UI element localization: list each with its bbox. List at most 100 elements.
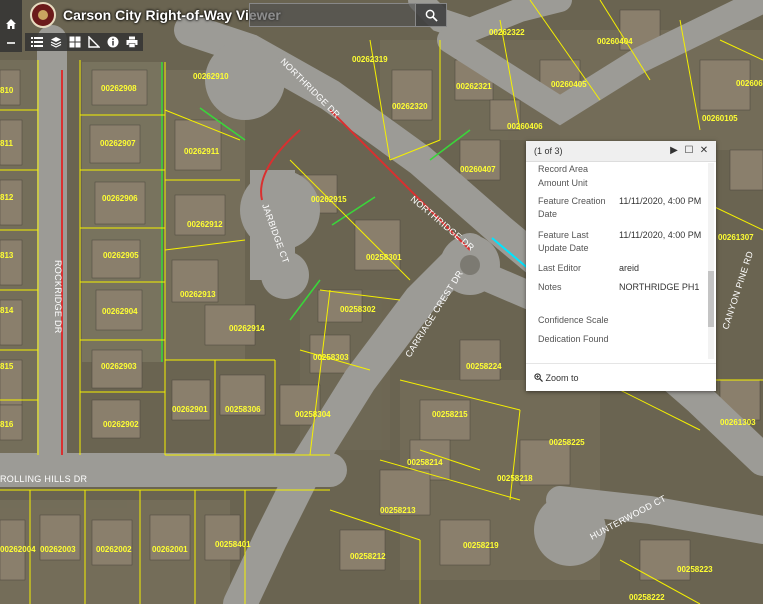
identify-popup: (1 of 3) ▶ ☐ ✕ Record Area Amount Unit F… <box>526 141 716 391</box>
attribute-label: Last Editor <box>538 263 582 273</box>
parcel-label: 00261303 <box>720 418 756 427</box>
parcel-label: 00262321 <box>456 82 492 91</box>
parcel-label: 811 <box>0 139 13 148</box>
home-button[interactable] <box>4 18 18 32</box>
attribute-value: NORTHRIDGE PH1 <box>619 282 700 292</box>
parcel-label: 00262905 <box>103 251 139 260</box>
parcel-label: 00262001 <box>152 545 188 554</box>
parcel-label: 00262003 <box>40 545 76 554</box>
print-icon <box>126 36 137 48</box>
parcel-label: 00260407 <box>460 165 496 174</box>
parcel-label: 00258222 <box>629 593 665 602</box>
legend-button[interactable] <box>28 33 45 51</box>
parcel-label: 00262908 <box>101 84 137 93</box>
parcel-label: 00260404 <box>597 37 633 46</box>
measure-icon <box>87 36 100 48</box>
parcel-label: 00258219 <box>463 541 499 550</box>
parcel-label: 00258303 <box>313 353 349 362</box>
parcel-label: 816 <box>0 420 14 429</box>
parcel-label: 00258223 <box>677 565 713 574</box>
parcel-label: 00262915 <box>311 195 347 204</box>
parcel-label: 00258218 <box>497 474 533 483</box>
parcel-label: 00260406 <box>507 122 543 131</box>
parcel-label: 00262904 <box>102 307 138 316</box>
attribute-label: Confidence Scale <box>538 315 609 325</box>
widget-toolbar <box>25 33 143 51</box>
street-label: ROCKRIDGE DR <box>53 260 63 334</box>
layer-list-button[interactable] <box>47 33 64 51</box>
basemap-gallery-icon <box>69 36 80 48</box>
zoom-out-button[interactable] <box>4 37 18 51</box>
info-icon <box>107 36 118 48</box>
attribute-label: Record Area <box>538 164 589 174</box>
popup-header: (1 of 3) ▶ ☐ ✕ <box>526 141 716 162</box>
parcel-label: 00262902 <box>103 420 139 429</box>
parcel-label: 00262907 <box>100 139 136 148</box>
search-input[interactable] <box>254 6 418 26</box>
roundabout-center <box>460 255 480 275</box>
parcel-label: 00258213 <box>380 506 416 515</box>
popup-scrollbar-thumb[interactable] <box>708 271 714 327</box>
parcel-label: 00258302 <box>340 305 376 314</box>
basemap-gallery-button[interactable] <box>66 33 83 51</box>
parcel-label: 00262910 <box>193 72 229 81</box>
layers-icon <box>50 37 61 48</box>
parcel-label: 00262913 <box>180 290 216 299</box>
parcel-label: 00262914 <box>229 324 265 333</box>
parcel-label: 00262912 <box>187 220 223 229</box>
popup-footer: Zoom to <box>526 363 716 392</box>
attribute-label: Notes <box>538 282 562 292</box>
parcel-label: 00258225 <box>549 438 585 447</box>
parcel-label: 00262002 <box>96 545 132 554</box>
parcel-label: 00258306 <box>225 405 261 414</box>
parcel-label: 00258215 <box>432 410 468 419</box>
parcel-label: 00262004 <box>0 545 36 554</box>
attribute-label: Feature Creation Date <box>538 196 606 219</box>
measure-button[interactable] <box>85 33 102 51</box>
close-button[interactable]: ✕ <box>698 145 710 157</box>
print-button[interactable] <box>123 33 140 51</box>
home-icon <box>6 19 16 29</box>
parcel-label: 00260405 <box>551 80 587 89</box>
search-box[interactable] <box>249 3 447 27</box>
maximize-button[interactable]: ☐ <box>683 145 695 157</box>
parcel-label: 00262906 <box>102 194 138 203</box>
zoom-to-label: Zoom to <box>545 373 579 383</box>
parcel-label: 00258224 <box>466 362 502 371</box>
popup-scrollbar[interactable] <box>708 163 714 359</box>
attribute-value: areid <box>619 263 640 273</box>
parcel-label: 00262319 <box>352 55 388 64</box>
about-button[interactable] <box>104 33 121 51</box>
attribute-value: 11/11/2020, 4:00 PM <box>619 230 702 240</box>
street-label: ROLLING HILLS DR <box>0 474 88 484</box>
attribute-label: Amount Unit <box>538 178 588 188</box>
parcel-label: 00261307 <box>718 233 754 242</box>
parcel-label: 00262901 <box>172 405 208 414</box>
next-feature-button[interactable]: ▶ <box>668 145 680 157</box>
parcel-label: 00260105 <box>702 114 738 123</box>
search-button[interactable] <box>415 4 446 26</box>
minus-icon <box>7 42 15 44</box>
parcel-label: 00262320 <box>392 102 428 111</box>
parcel-label: 00258401 <box>215 540 251 549</box>
parcel-label: 00258301 <box>366 253 402 262</box>
parcel-label: 814 <box>0 306 14 315</box>
city-seal-logo <box>30 2 56 28</box>
parcel-label: 00262903 <box>101 362 137 371</box>
parcel-label: 812 <box>0 193 14 202</box>
parcel-label: 00260601 <box>736 79 763 88</box>
search-icon <box>425 9 438 22</box>
attribute-label: Dedication Found <box>538 334 609 344</box>
list-icon <box>30 37 43 47</box>
zoom-to-link[interactable]: Zoom to <box>534 373 579 383</box>
parcel-label: 00262911 <box>184 147 220 156</box>
attribute-value: 11/11/2020, 4:00 PM <box>619 196 702 206</box>
parcel-label: 815 <box>0 362 14 371</box>
zoom-in-icon <box>534 373 543 382</box>
attribute-label: Feature Last Update Date <box>538 230 589 253</box>
parcel-label: 813 <box>0 251 14 260</box>
parcel-label: 00258214 <box>407 458 443 467</box>
popup-attributes[interactable]: Record Area Amount Unit Feature Creation… <box>526 161 706 359</box>
parcel-label: 00258304 <box>295 410 331 419</box>
parcel-label: 00262322 <box>489 28 525 37</box>
